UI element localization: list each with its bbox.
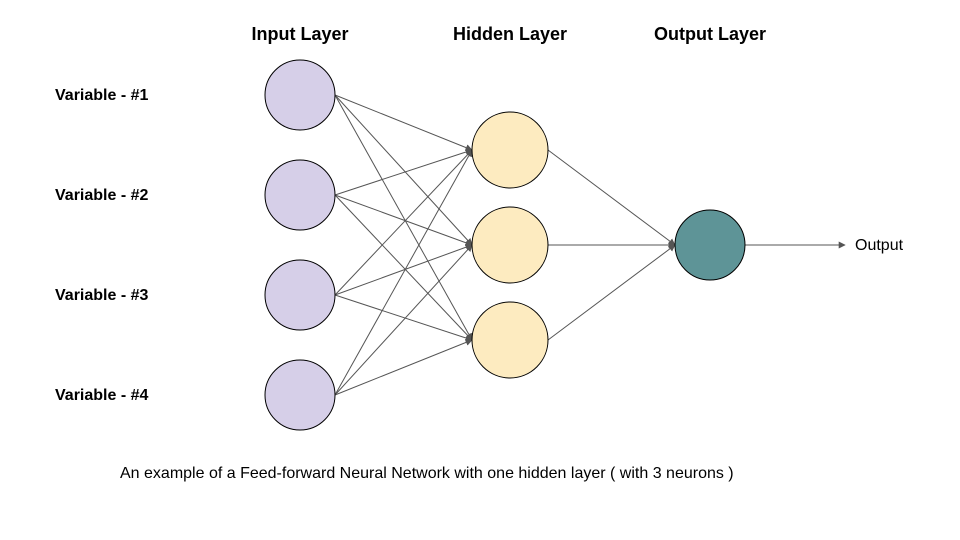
neuron-input-2	[265, 160, 335, 230]
edges-input-hidden	[335, 95, 472, 395]
neuron-input-4	[265, 360, 335, 430]
nn-diagram: Input Layer Hidden Layer Output Layer Va…	[0, 0, 960, 540]
header-input: Input Layer	[251, 24, 348, 44]
neuron-hidden-1	[472, 112, 548, 188]
label-output: Output	[855, 237, 904, 254]
label-variable-3: Variable - #3	[55, 287, 148, 304]
diagram-caption: An example of a Feed-forward Neural Netw…	[120, 465, 734, 482]
edges-hidden-output	[548, 150, 675, 340]
label-variable-4: Variable - #4	[55, 387, 148, 404]
neuron-hidden-3	[472, 302, 548, 378]
header-output: Output Layer	[654, 24, 766, 44]
label-variable-2: Variable - #2	[55, 187, 148, 204]
neuron-hidden-2	[472, 207, 548, 283]
label-variable-1: Variable - #1	[55, 87, 148, 104]
header-hidden: Hidden Layer	[453, 24, 567, 44]
neuron-output-1	[675, 210, 745, 280]
neuron-input-3	[265, 260, 335, 330]
neuron-input-1	[265, 60, 335, 130]
